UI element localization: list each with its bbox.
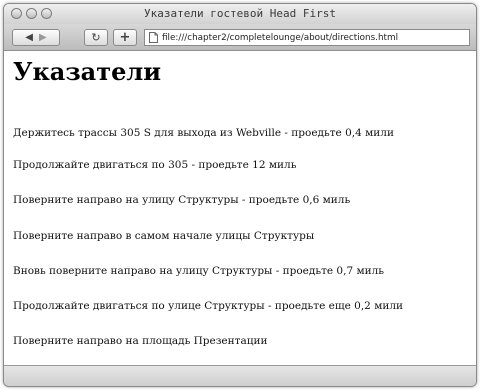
direction-line: Поверните направо на площадь Презентации: [13, 335, 268, 347]
direction-line: Поверните направо в самом начале улицы С…: [13, 230, 315, 242]
page-content: Указатели Держитесь трассы 305 S для вых…: [4, 51, 476, 368]
window-title: Указатели гостевой Head First: [143, 7, 337, 20]
address-bar[interactable]: file:///chapter2/completelounge/about/di…: [144, 29, 470, 46]
add-bookmark-button[interactable]: +: [113, 29, 137, 46]
title-bar: Указатели гостевой Head First: [4, 4, 476, 24]
back-arrow-icon[interactable]: ◀: [25, 32, 33, 43]
direction-line: Продолжайте двигаться по 305 - проедьте …: [13, 159, 297, 171]
direction-line: Держитесь трассы 305 S для выхода из Web…: [13, 127, 394, 139]
browser-toolbar: ◀ ▶ ↻ + file:///chapter2/completelounge/…: [4, 24, 476, 51]
url-text: file:///chapter2/completelounge/about/di…: [162, 32, 399, 43]
page-heading: Указатели: [13, 57, 162, 86]
forward-arrow-icon[interactable]: ▶: [39, 32, 47, 43]
status-bar: [4, 365, 476, 386]
direction-line: Поверните направо на улицу Структуры - п…: [13, 194, 351, 206]
direction-line: Вновь поверните направо на улицу Структу…: [13, 265, 385, 277]
plus-icon: +: [119, 30, 131, 45]
file-icon: [149, 32, 158, 43]
reload-button[interactable]: ↻: [84, 29, 108, 46]
back-forward-group: ◀ ▶: [12, 29, 60, 46]
reload-icon: ↻: [91, 31, 101, 44]
browser-window: Указатели гостевой Head First ◀ ▶ ↻ + fi…: [3, 3, 477, 387]
direction-line: Продолжайте двигаться по улице Структуры…: [13, 300, 404, 312]
